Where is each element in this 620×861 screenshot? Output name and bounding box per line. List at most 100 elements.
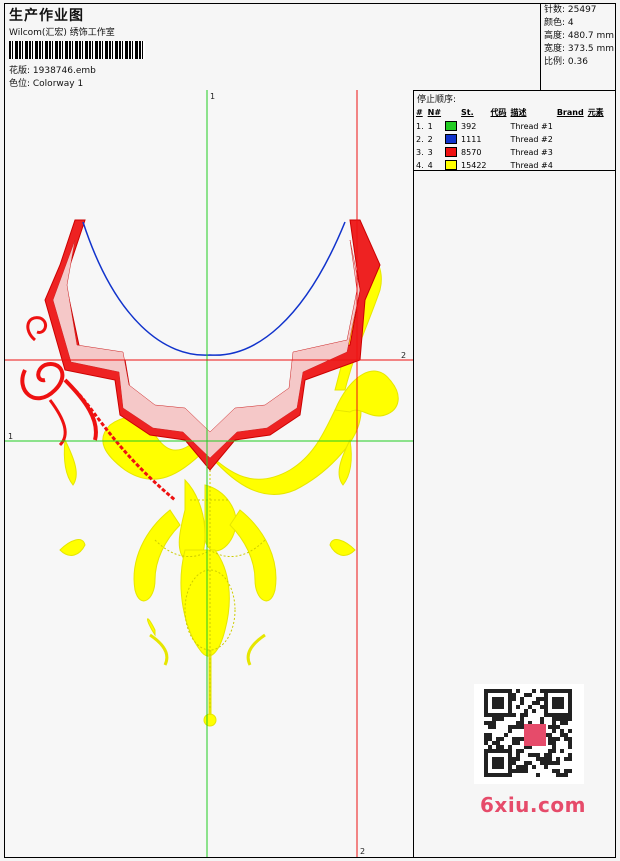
qr-code-graphic <box>484 689 572 777</box>
qr-module <box>492 717 496 721</box>
qr-module <box>516 705 520 709</box>
qr-module <box>548 749 552 753</box>
qr-module <box>520 713 524 717</box>
thread-element <box>588 120 608 133</box>
qr-module <box>532 765 536 769</box>
qr-module <box>540 717 544 721</box>
qr-module <box>488 721 492 725</box>
qr-module <box>544 761 548 765</box>
qr-module <box>500 737 504 741</box>
qr-module <box>508 725 512 729</box>
qr-module <box>528 753 532 757</box>
qr-module <box>548 737 552 741</box>
qr-module <box>512 725 516 729</box>
qr-module <box>556 761 560 765</box>
qr-module <box>520 697 524 701</box>
qr-finder <box>492 757 504 769</box>
thread-swatch <box>445 146 461 159</box>
qr-module <box>544 753 548 757</box>
qr-module <box>536 701 540 705</box>
qr-module <box>516 757 520 761</box>
qr-module <box>512 757 516 761</box>
col-number: N# <box>427 108 442 117</box>
thread-index: 4. <box>416 160 424 170</box>
thread-swatch <box>445 159 461 172</box>
qr-module <box>568 745 572 749</box>
qr-module <box>512 713 516 717</box>
qr-module <box>560 717 564 721</box>
col-description: 描述 <box>510 108 527 117</box>
colorway-label: 色位: Colorway 1 <box>9 79 84 89</box>
watermark-brand: 6xiu.com <box>480 793 586 817</box>
thread-stitches: 15422 <box>461 160 487 170</box>
qr-module <box>552 717 556 721</box>
thread-swatch <box>445 133 461 146</box>
qr-module <box>516 725 520 729</box>
qr-module <box>496 717 500 721</box>
qr-module <box>520 737 524 741</box>
qr-module <box>516 721 520 725</box>
col-index: # <box>416 108 423 117</box>
thread-row: 4. 4 15422 Thread #4 <box>416 159 608 172</box>
col-code: 代码 <box>490 108 507 117</box>
guide-label-left: 1 <box>8 432 13 441</box>
qr-module <box>484 741 488 745</box>
qr-module <box>540 761 544 765</box>
design-height: 高度: 480.7 mm <box>544 31 615 41</box>
blue-neckline <box>82 221 346 356</box>
qr-module <box>568 737 572 741</box>
thread-stitches: 392 <box>461 121 477 131</box>
thread-element <box>588 159 608 172</box>
thread-row: 3. 3 8570 Thread #3 <box>416 146 608 159</box>
qr-module <box>568 741 572 745</box>
color-swatch <box>445 134 458 144</box>
qr-module <box>512 737 516 741</box>
thread-brand <box>557 159 588 172</box>
sheet-header: 生产作业图 Wilcom(汇宏) 绣饰工作室 花版: 1938746.emb 色… <box>5 4 615 91</box>
thread-number: 1 <box>427 121 433 131</box>
qr-module <box>496 741 500 745</box>
qr-module <box>484 737 488 741</box>
qr-module <box>560 721 564 725</box>
thread-code <box>491 159 511 172</box>
qr-module <box>524 693 528 697</box>
qr-module <box>520 749 524 753</box>
qr-module <box>524 765 528 769</box>
qr-module <box>552 725 556 729</box>
design-canvas[interactable]: 1 1 2 2 <box>5 90 414 857</box>
qr-finder <box>492 697 504 709</box>
qr-module <box>516 737 520 741</box>
qr-module <box>520 769 524 773</box>
thread-code <box>491 146 511 159</box>
qr-module <box>536 757 540 761</box>
stop-sequence-title: 停止顺序: <box>417 95 457 105</box>
qr-module <box>568 757 572 761</box>
qr-module <box>552 761 556 765</box>
thread-row: 2. 2 1111 Thread #2 <box>416 133 608 146</box>
qr-module <box>552 769 556 773</box>
qr-module <box>532 701 536 705</box>
thread-brand <box>557 146 588 159</box>
qr-module <box>548 757 552 761</box>
qr-module <box>552 745 556 749</box>
thread-description: Thread #1 <box>510 121 553 131</box>
qr-module <box>504 733 508 737</box>
qr-module <box>556 737 560 741</box>
qr-module <box>516 765 520 769</box>
qr-module <box>484 721 488 725</box>
qr-module <box>512 693 516 697</box>
thread-table: # N# St. 代码 描述 Brand 元素 1. 1 392 Thread #1 2… <box>416 107 608 172</box>
stats-panel: 针数: 25497 颜色: 4 高度: 480.7 mm 宽度: 373.5 m… <box>540 4 617 90</box>
design-width: 宽度: 373.5 mm <box>544 44 615 54</box>
qr-module <box>568 753 572 757</box>
thread-description: Thread #3 <box>510 147 553 157</box>
qr-module <box>520 725 524 729</box>
qr-module <box>548 733 552 737</box>
qr-module <box>564 733 568 737</box>
qr-module <box>512 761 516 765</box>
color-swatch <box>445 121 458 131</box>
thread-brand <box>557 120 588 133</box>
col-brand: Brand <box>556 108 584 117</box>
thread-index: 1. <box>416 121 424 131</box>
guide-label-right: 2 <box>401 351 406 360</box>
